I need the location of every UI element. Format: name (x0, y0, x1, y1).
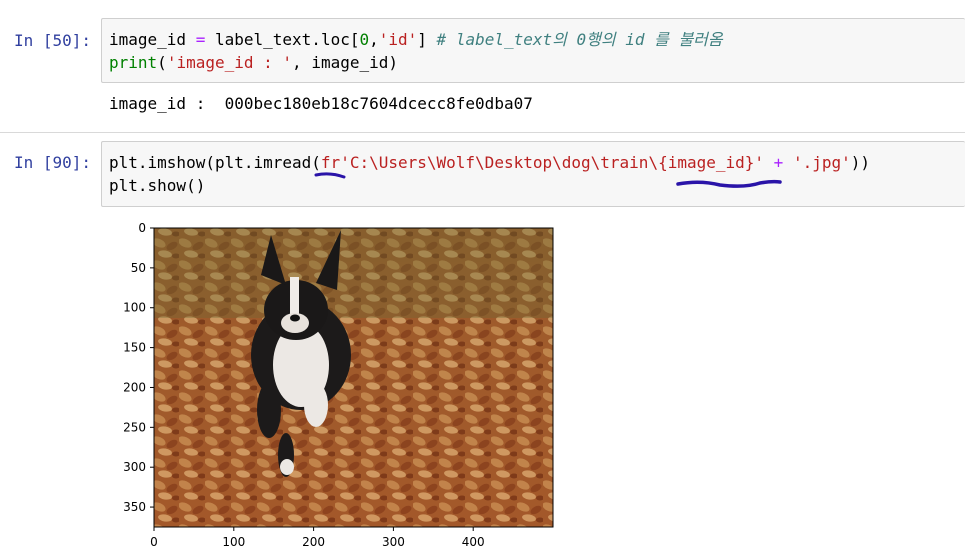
dog-photo (154, 228, 553, 527)
x-tick-label: 400 (462, 535, 485, 549)
y-tick-label: 0 (138, 221, 146, 235)
cell-output-text: image_id : 000bec180eb18c7604dcecc8fe0db… (109, 94, 533, 113)
x-tick-label: 200 (302, 535, 325, 549)
code-line: plt.imshow(plt.imread(fr'C:\Users\Wolf\D… (109, 153, 871, 172)
code-cell-50[interactable]: In [50]: image_id = label_text.loc[0,'id… (0, 0, 965, 128)
y-tick-label: 200 (123, 380, 146, 394)
y-tick-label: 350 (123, 500, 146, 514)
code-line: plt.show() (109, 176, 206, 195)
input-prompt: In [50]: (14, 31, 92, 50)
cell-separator (0, 132, 965, 133)
code-input-area[interactable]: plt.imshow(plt.imread(fr'C:\Users\Wolf\D… (101, 141, 965, 207)
x-tick-label: 300 (382, 535, 405, 549)
code-line: image_id = label_text.loc[0,'id'] # labe… (109, 30, 723, 49)
code-line: print('image_id : ', image_id) (109, 53, 399, 72)
y-tick-label: 300 (123, 460, 146, 474)
y-tick-label: 50 (131, 261, 146, 275)
y-tick-label: 150 (123, 341, 146, 355)
y-tick-label: 250 (123, 420, 146, 434)
x-tick-label: 0 (150, 535, 158, 549)
x-tick-label: 100 (222, 535, 245, 549)
image-plot: 0 50 100 150 200 250 300 350 0 100 200 300 400 (123, 221, 554, 549)
y-tick-label: 100 (123, 301, 146, 315)
code-input-area[interactable]: image_id = label_text.loc[0,'id'] # labe… (101, 18, 965, 83)
code-cell-90[interactable]: In [90]: plt.imshow(plt.imread(fr'C:\Use… (0, 140, 965, 207)
input-prompt: In [90]: (14, 153, 92, 172)
y-axis: 0 50 100 150 200 250 300 350 (123, 221, 154, 514)
x-axis: 0 100 200 300 400 (150, 527, 485, 549)
